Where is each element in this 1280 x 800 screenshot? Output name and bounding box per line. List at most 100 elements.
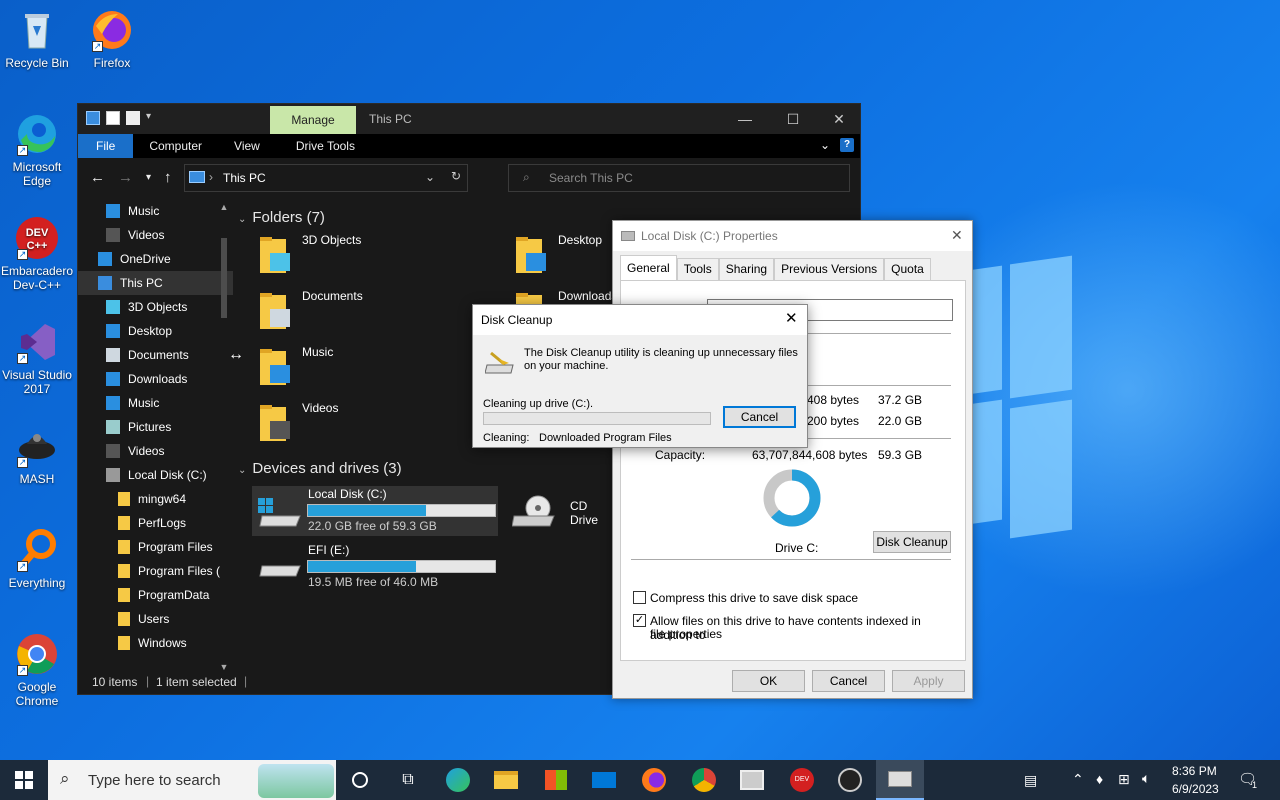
microphone-icon[interactable]: ♦ <box>1096 771 1103 787</box>
folder-tile[interactable]: Videos <box>258 397 338 449</box>
drive-tile-c[interactable]: Local Disk (C:) 22.0 GB free of 59.3 GB <box>252 486 498 536</box>
tab-previous-versions[interactable]: Previous Versions <box>774 258 885 280</box>
cancel-button[interactable]: Cancel <box>812 670 885 692</box>
navigation-pane[interactable]: Music Videos OneDrive This PC 3D Objects Desk… <box>78 199 233 669</box>
sidebar-item[interactable]: Documents <box>78 343 233 367</box>
taskbar-obs[interactable] <box>826 760 874 800</box>
back-arrow-icon[interactable]: ← <box>90 169 105 186</box>
taskbar-search-box[interactable]: ⌕ Type here to search <box>48 760 336 800</box>
sidebar-item[interactable]: Local Disk (C:) <box>78 463 233 487</box>
sidebar-item[interactable]: Music <box>78 199 233 223</box>
new-folder-icon[interactable] <box>126 111 140 125</box>
sidebar-item[interactable]: Desktop <box>78 319 233 343</box>
sidebar-item[interactable]: 3D Objects <box>78 295 233 319</box>
sidebar-item[interactable]: PerfLogs <box>78 511 233 535</box>
minimize-button[interactable]: — <box>722 104 768 134</box>
desktop-icon-everything[interactable]: ↗ Everything <box>0 528 74 590</box>
scroll-thumb[interactable] <box>221 238 227 318</box>
maximize-button[interactable]: ☐ <box>770 104 816 134</box>
chevron-down-icon[interactable]: ▾ <box>146 111 160 125</box>
disk-cleanup-button[interactable]: Disk Cleanup <box>873 531 951 553</box>
desktop-icon-edge[interactable]: ↗ Microsoft Edge <box>0 112 74 188</box>
compress-checkbox[interactable] <box>633 591 646 604</box>
folder-tile[interactable]: Desktop <box>514 229 602 281</box>
scroll-up-arrow-icon[interactable]: ▲ <box>218 202 230 212</box>
close-button[interactable]: ✕ <box>816 104 862 134</box>
volume-icon[interactable]: 🔈︎ <box>1142 770 1150 787</box>
start-button[interactable] <box>0 760 48 800</box>
close-icon[interactable]: ✕ <box>785 309 798 327</box>
drive-tile-e[interactable]: EFI (E:) 19.5 MB free of 46.0 MB <box>252 542 498 592</box>
taskbar-disk-cleanup[interactable] <box>876 760 924 800</box>
taskbar-chrome[interactable] <box>680 760 728 800</box>
sidebar-item[interactable]: Pictures <box>78 415 233 439</box>
tab-sharing[interactable]: Sharing <box>718 258 775 280</box>
properties-titlebar[interactable]: Local Disk (C:) Properties ✕ <box>613 221 972 251</box>
properties-icon[interactable] <box>106 111 120 125</box>
network-icon[interactable]: ⊞ <box>1118 771 1130 788</box>
desktop-icon-firefox[interactable]: ↗ Firefox <box>75 8 149 70</box>
folder-tile[interactable]: Music <box>258 341 333 393</box>
close-icon[interactable]: ✕ <box>951 227 963 244</box>
clock-date[interactable]: 6/9/2023 <box>1172 782 1219 796</box>
desktop-icon-recycle-bin[interactable]: Recycle Bin <box>0 8 74 70</box>
cleanup-titlebar[interactable]: Disk Cleanup ✕ <box>473 305 807 335</box>
cleanup-cancel-button[interactable]: Cancel <box>723 406 796 428</box>
desktop-icon-chrome[interactable]: ↗ Google Chrome <box>0 632 74 708</box>
sidebar-item[interactable]: OneDrive <box>78 247 233 271</box>
taskbar-file-explorer[interactable] <box>482 760 530 800</box>
desktop-icon-visual-studio[interactable]: ↗ Visual Studio 2017 <box>0 320 74 396</box>
tab-file[interactable]: File <box>78 134 134 158</box>
disk-cleanup-dialog[interactable]: Disk Cleanup ✕ The Disk Cleanup utility … <box>472 304 808 448</box>
index-checkbox[interactable]: ✓ <box>633 614 646 627</box>
address-bar[interactable]: › This PC ⌄ ↻ <box>184 164 468 192</box>
task-view-button[interactable]: ⧉ <box>384 760 432 800</box>
sidebar-scrollbar[interactable]: ▲ ▼ <box>218 202 230 672</box>
tab-general[interactable]: General <box>620 255 677 280</box>
folder-tile[interactable]: 3D Objects <box>258 229 361 281</box>
task-view-cortana-button[interactable] <box>336 760 384 800</box>
sidebar-item[interactable]: Users <box>78 607 233 631</box>
drive-tile-cd[interactable]: CD Drive <box>508 486 618 536</box>
up-arrow-icon[interactable]: ↑ <box>164 169 172 186</box>
taskbar-edge[interactable] <box>434 760 482 800</box>
help-icon[interactable]: ? <box>840 138 854 152</box>
desktop-icon-mash[interactable]: ↗ MASH <box>0 424 74 486</box>
clock-time[interactable]: 8:36 PM <box>1172 764 1217 778</box>
apply-button[interactable]: Apply <box>892 670 965 692</box>
sidebar-item[interactable]: Program Files <box>78 535 233 559</box>
manage-tab[interactable]: Manage <box>270 106 356 134</box>
sidebar-item[interactable]: Windows <box>78 631 233 655</box>
sidebar-item[interactable]: Downloads <box>78 367 233 391</box>
pc-icon[interactable] <box>86 111 100 125</box>
forward-arrow-icon[interactable]: → <box>118 169 133 186</box>
drives-group-header[interactable]: ⌄ Devices and drives (3) <box>238 460 402 477</box>
show-hidden-icons[interactable]: ⌃ <box>1072 771 1084 788</box>
tab-view[interactable]: View <box>218 134 276 158</box>
taskbar-devcpp[interactable]: DEV <box>778 760 826 800</box>
sidebar-item[interactable]: ProgramData <box>78 583 233 607</box>
notification-center-icon[interactable]: ▤ <box>1024 772 1037 789</box>
desktop-icon-devcpp[interactable]: DEV C++ ↗ Embarcadero Dev-C++ <box>0 216 74 292</box>
sidebar-item[interactable]: Program Files ( <box>78 559 233 583</box>
sidebar-item[interactable]: Videos <box>78 223 233 247</box>
ok-button[interactable]: OK <box>732 670 805 692</box>
tab-tools[interactable]: Tools <box>676 258 719 280</box>
tab-quota[interactable]: Quota <box>884 258 931 280</box>
address-dropdown-icon[interactable]: ⌄ <box>425 170 435 184</box>
folders-group-header[interactable]: ⌄ Folders (7) <box>238 209 325 226</box>
recent-dropdown-icon[interactable]: ▾ <box>146 172 151 183</box>
sidebar-item[interactable]: This PC <box>78 271 233 295</box>
tab-drive-tools[interactable]: Drive Tools <box>280 134 371 158</box>
drive-properties-dialog[interactable]: Local Disk (C:) Properties ✕ General Too… <box>612 220 973 699</box>
expand-ribbon-icon[interactable]: ⌄ <box>820 138 830 152</box>
tab-computer[interactable]: Computer <box>133 134 218 158</box>
folder-tile[interactable]: Documents <box>258 285 363 337</box>
taskbar-firefox[interactable] <box>630 760 678 800</box>
sidebar-item[interactable]: Videos <box>78 439 233 463</box>
sidebar-item[interactable]: mingw64 <box>78 487 233 511</box>
sidebar-item[interactable]: Music <box>78 391 233 415</box>
taskbar-mail[interactable] <box>580 760 628 800</box>
search-box[interactable]: ⌕ Search This PC <box>508 164 850 192</box>
taskbar-system-app[interactable] <box>728 760 776 800</box>
